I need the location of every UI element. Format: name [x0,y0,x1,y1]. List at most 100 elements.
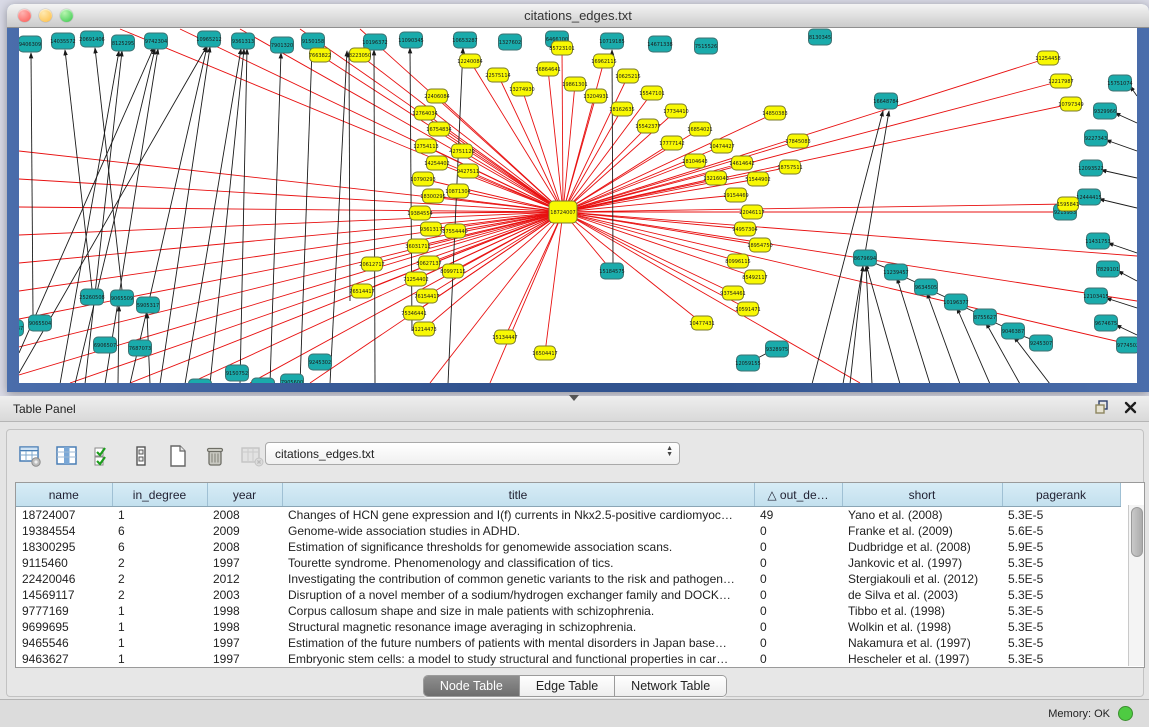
tab-edge-table[interactable]: Edge Table [520,676,615,696]
black-citation-edge[interactable] [374,50,375,383]
graph-node-label: 9328975 [766,347,788,353]
red-citation-edge[interactable] [19,207,563,212]
black-citation-edge[interactable] [1101,170,1137,178]
black-citation-edge[interactable] [75,49,155,383]
table-row[interactable]: 977716911998Corpus callosum shape and si… [16,603,1120,619]
import-table-icon[interactable] [239,443,265,469]
zoom-button[interactable] [60,9,73,22]
black-citation-edge[interactable] [118,306,119,383]
row-height-icon[interactable] [128,443,154,469]
table-row[interactable]: 1938455462009Genome-wide association stu… [16,523,1120,539]
table-panel-title: Table Panel [0,402,76,416]
black-citation-edge[interactable] [270,53,281,383]
tab-node-table[interactable]: Node Table [424,676,520,696]
column-header-year[interactable]: year [207,483,282,507]
red-citation-edge[interactable] [19,151,563,212]
red-citation-edge[interactable] [563,212,1137,256]
black-citation-edge[interactable] [330,51,347,383]
graph-node-label: 9150752 [226,371,248,377]
black-citation-edge[interactable] [1106,298,1137,308]
minimize-button[interactable] [39,9,52,22]
tab-network-table[interactable]: Network Table [615,676,726,696]
table-row[interactable]: 969969511998Structural magnetic resonanc… [16,619,1120,635]
black-citation-edge[interactable] [85,51,122,383]
red-citation-edge[interactable] [563,93,652,212]
black-citation-edge[interactable] [850,266,863,383]
column-header-out-de-[interactable]: △ out_de… [754,483,842,507]
black-citation-edge[interactable] [1118,271,1137,281]
graph-node[interactable] [189,379,212,383]
graph-node-label: 9227343 [1085,136,1107,142]
black-citation-edge[interactable] [1106,140,1137,151]
red-citation-edge[interactable] [563,161,695,212]
graph-node-label: 71254402 [403,277,428,283]
black-citation-edge[interactable] [410,48,412,331]
table-row[interactable]: 946554611997Estimation of the future num… [16,635,1120,651]
column-header-title[interactable]: title [282,483,754,507]
column-header-name[interactable]: name [16,483,112,507]
black-citation-edge[interactable] [130,47,207,383]
red-citation-edge[interactable] [563,212,860,383]
table-panel-header: Table Panel [0,396,1149,422]
close-button[interactable] [18,9,31,22]
black-citation-edge[interactable] [60,51,119,383]
red-citation-edge[interactable] [563,84,575,212]
black-citation-edge[interactable] [448,48,463,383]
black-citation-edge[interactable] [612,50,613,263]
column-header-pagerank[interactable]: pagerank [1002,483,1120,507]
table-cell: 0 [754,587,842,603]
red-citation-edge[interactable] [563,81,1061,212]
graph-node-label: 13216040 [703,176,728,182]
red-citation-edge[interactable] [462,151,563,212]
window-titlebar[interactable]: citations_edges.txt [7,4,1149,28]
table-row[interactable]: 2242004622012Investigating the contribut… [16,571,1120,587]
black-citation-edge[interactable] [300,49,312,383]
graph-node[interactable] [252,378,275,383]
table-row[interactable]: 1456911722003Disruption of a novel membe… [16,587,1120,603]
select-all-icon[interactable] [91,443,117,469]
graph-node-label: 2560937 [19,326,23,332]
black-citation-edge[interactable] [210,49,244,383]
red-citation-edge[interactable] [563,204,1068,212]
black-citation-edge[interactable] [160,47,210,383]
black-citation-edge[interactable] [240,49,247,383]
black-citation-edge[interactable] [1116,325,1137,335]
black-citation-edge[interactable] [1099,199,1137,208]
red-citation-edge[interactable] [240,29,563,212]
column-header-in-degree[interactable]: in_degree [112,483,207,507]
black-citation-edge[interactable] [1115,113,1137,123]
graph-node-label: 9361313 [232,39,254,45]
table-row[interactable]: 946362711997Embryonic stem cells: a mode… [16,651,1120,667]
black-citation-edge[interactable] [31,53,33,315]
network-canvas[interactable]: 1872400794063091403557220691406812529597… [19,28,1137,383]
black-citation-edge[interactable] [1108,243,1137,253]
table-selector-dropdown[interactable]: citations_edges.txt ▲▼ [265,442,680,465]
black-citation-edge[interactable] [349,52,350,301]
close-panel-icon[interactable] [1124,401,1137,419]
table-row[interactable]: 1830029562008Estimation of significance … [16,539,1120,555]
citation-network-graph[interactable]: 1872400794063091403557220691406812529597… [19,28,1137,383]
new-table-icon[interactable] [165,443,191,469]
table-selector-value: citations_edges.txt [275,447,374,461]
black-citation-edge[interactable] [185,49,241,383]
graph-node-label: 12093522 [1078,166,1103,172]
delete-attribute-icon[interactable] [202,443,228,469]
table-row[interactable]: 1872400712008Changes of HCN gene express… [16,507,1120,524]
graph-node-label: 18162635 [609,107,634,113]
splitter-handle[interactable] [569,395,579,401]
table-column-icon[interactable] [54,443,80,469]
red-citation-edge[interactable] [562,48,563,212]
black-citation-edge[interactable] [843,111,889,383]
graph-node-label: 9245307 [1030,341,1052,347]
red-citation-edge[interactable] [563,212,1137,301]
red-citation-edge[interactable] [563,212,1137,346]
red-citation-edge[interactable] [120,29,563,212]
table-settings-icon[interactable] [17,443,43,469]
table-vertical-scrollbar[interactable] [1128,505,1144,666]
table-type-tabs: Node TableEdge TableNetwork Table [423,675,727,697]
scrollbar-thumb[interactable] [1131,507,1143,557]
table-cell: Embryonic stem cells: a model to study s… [282,651,754,667]
float-panel-icon[interactable] [1095,400,1110,419]
table-row[interactable]: 911546021997Tourette syndrome. Phenomeno… [16,555,1120,571]
column-header-short[interactable]: short [842,483,1002,507]
